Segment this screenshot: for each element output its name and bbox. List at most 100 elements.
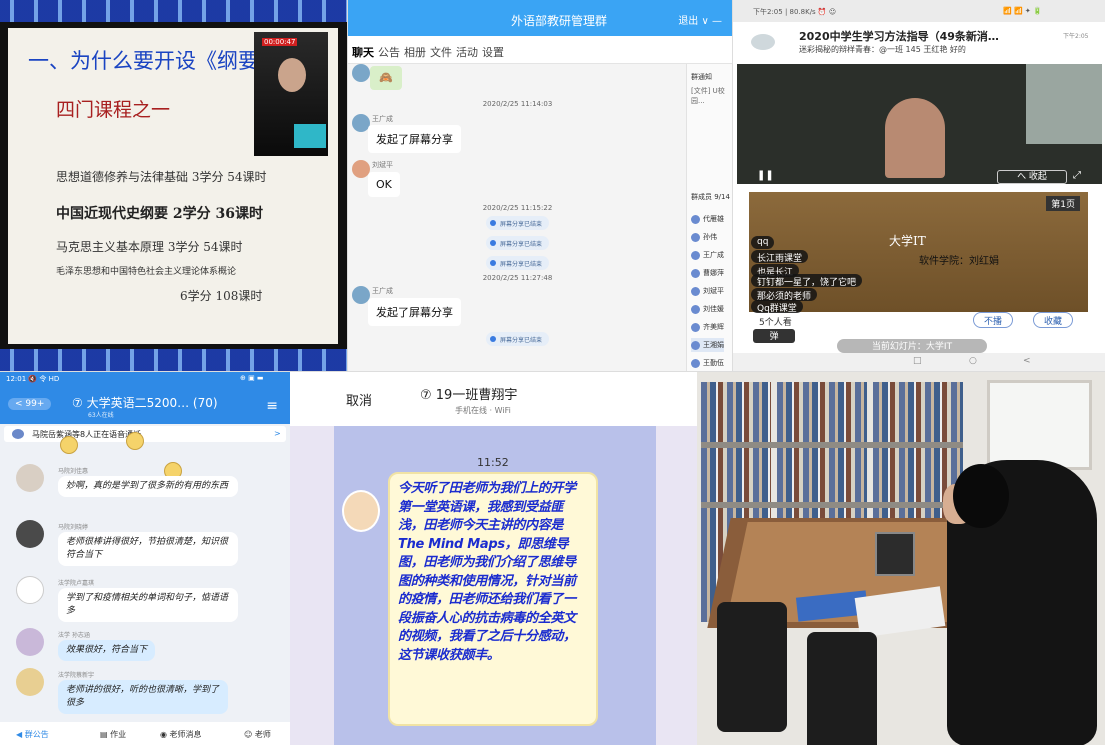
favorite-button[interactable]: 收藏 xyxy=(1033,312,1074,328)
system-notice: 屏幕分享已结束 xyxy=(486,256,550,270)
member-item[interactable]: 孙伟 xyxy=(691,230,717,244)
notification-banner[interactable]: 2020中学生学习方法指导（49条新消… 下午2:05 迷彩揭秘的辩样青春：@一… xyxy=(743,22,1101,64)
tab-files[interactable]: 文件 xyxy=(430,44,452,60)
window-controls[interactable]: 退出 ∨ — xyxy=(678,12,722,27)
chat-header: 取消 ⑦ 19一班曹翔宇 手机在线 · WiFi xyxy=(290,372,697,426)
cancel-button[interactable]: 取消 xyxy=(346,390,372,409)
sender-name: 法学院卢嘉琪 xyxy=(58,580,95,587)
avatar xyxy=(16,464,44,492)
notification-time: 下午2:05 xyxy=(1063,33,1089,40)
status-left: 12:01 🔇 令 HD xyxy=(6,375,60,383)
avatar xyxy=(16,628,44,656)
voice-call-banner[interactable]: 马院岳紫涵等8人正在语音通话 > xyxy=(4,426,286,442)
student-hair xyxy=(953,464,1009,528)
back-icon[interactable]: < xyxy=(1023,356,1031,366)
message-bubble: OK xyxy=(368,172,400,197)
member-item[interactable]: 齐美辉 xyxy=(691,320,724,334)
group-chat-window: 外语部教研管理群 退出 ∨ — 聊天 公告 相册 文件 活动 设置 🙈 2020… xyxy=(347,0,732,371)
notice-item[interactable]: [文件] U校园... xyxy=(691,86,732,106)
notification-title: 2020中学生学习方法指导（49条新消… xyxy=(799,30,999,43)
fullscreen-icon[interactable]: ⤢ xyxy=(1073,170,1081,181)
teacher-figure xyxy=(885,98,945,178)
system-nav-bar: □ ○ < xyxy=(733,353,1105,371)
caller-avatar xyxy=(12,429,24,439)
record-timer: 00:00:47 xyxy=(262,38,298,46)
library-photo xyxy=(697,371,1105,745)
sender-name: 王广成 xyxy=(372,287,393,295)
avatar xyxy=(342,490,380,532)
sender-name: 王广成 xyxy=(372,115,393,123)
message-bubble: 学到了和疫情相关的单词和句子，惦语语多 xyxy=(58,588,238,622)
recent-apps-icon[interactable]: □ xyxy=(913,356,922,366)
member-item[interactable]: 代雁雄 xyxy=(691,212,724,226)
message-bubble: 妙啊，真的是学到了很多新的有用的东西 xyxy=(58,476,238,497)
group-title: 外语部教研管理群 xyxy=(511,14,608,28)
unlike-button[interactable]: 不播 xyxy=(973,312,1014,328)
laptop xyxy=(875,532,915,576)
sticker-message: 🙈 xyxy=(370,66,402,90)
tab-activity[interactable]: 活动 xyxy=(456,44,478,60)
status-left: 下午2:05 | 80.8K/s ⏰ ☺ xyxy=(753,8,837,16)
avatar xyxy=(16,668,44,696)
live-class-phone: 下午2:05 | 80.8K/s ⏰ ☺ 📶 📶 ✦ 🔋 2020中学生学习方法… xyxy=(732,0,1105,371)
member-name: 曹娜萍 xyxy=(703,269,724,277)
avatar xyxy=(352,64,370,82)
member-item[interactable]: 王广成 xyxy=(691,248,724,262)
timestamp: 2020/2/25 11:15:22 xyxy=(482,204,553,212)
timestamp: 11:52 xyxy=(477,456,509,469)
message-area: 🙈 2020/2/25 11:14:03 王广成 发起了屏幕分享 刘斌平 OK … xyxy=(348,64,687,371)
danmu-comment: 长江雨课堂 xyxy=(751,250,809,264)
homework-button[interactable]: ▤ 作业 xyxy=(100,729,126,740)
chat-tabs: 聊天 公告 相册 文件 活动 设置 xyxy=(348,36,732,92)
group-side-panel: 群通知 [文件] U校园... 群成员 9/14 代雁雄 孙伟 王广成 曹娜萍 … xyxy=(686,64,732,371)
online-status: 手机在线 · WiFi xyxy=(455,406,511,415)
call-text: 马院岳紫涵等8人正在语音通话 xyxy=(32,430,142,439)
member-item[interactable]: 刘斌平 xyxy=(691,284,724,298)
notification-body: 迷彩揭秘的辩样青春：@一班 145 王红艳 好的 xyxy=(799,45,966,54)
danmu-button[interactable]: 弹 xyxy=(753,329,795,343)
sender-name: 马院刘佳惠 xyxy=(58,468,89,475)
teacher-video: ❚❚ xyxy=(737,64,1102,184)
system-notice: 屏幕分享已结束 xyxy=(486,216,550,230)
tab-notice[interactable]: 公告 xyxy=(378,44,400,60)
message-bubble: 效果很好，符合当下 xyxy=(58,640,156,661)
member-item[interactable]: 王湘娟 xyxy=(691,338,724,352)
member-name: 刘斌平 xyxy=(703,287,724,295)
collapse-button[interactable]: へ 收起 xyxy=(997,170,1067,184)
member-name: 代雁雄 xyxy=(703,215,724,223)
member-name: 刘佳媛 xyxy=(703,305,724,313)
back-button[interactable]: < 99+ xyxy=(8,398,52,410)
course-line: 毛泽东思想和中国特色社会主义理论体系概论 xyxy=(56,267,237,277)
status-right: 📶 📶 ✦ 🔋 xyxy=(1003,7,1042,15)
danmu-comment: Qq群课堂 xyxy=(751,300,803,314)
group-notice-button[interactable]: ◀ 群公告 xyxy=(16,729,49,740)
student-private-chat: 取消 ⑦ 19一班曹翔宇 手机在线 · WiFi 11:52 今天听了田老师为我… xyxy=(290,371,697,745)
member-item[interactable]: 王勤伍 xyxy=(691,356,724,370)
emoji-icon xyxy=(126,432,144,450)
contact-name: ⑦ 19一班曹翔宇 xyxy=(420,388,518,403)
sender-name: 马院刘晓婷 xyxy=(58,524,89,531)
lecture-slide-panel: 一、为什么要开设《纲要》课 四门课程之一 思想道德修养与法律基础 3学分 54课… xyxy=(0,0,347,371)
member-item[interactable]: 曹娜萍 xyxy=(691,266,724,280)
sender-name: 刘斌平 xyxy=(372,161,393,169)
tab-album[interactable]: 相册 xyxy=(404,44,426,60)
teacher-message-button[interactable]: ◉ 老师消息 xyxy=(160,729,202,740)
message-bubble: 发起了屏幕分享 xyxy=(368,125,461,153)
shelf-plank xyxy=(701,502,963,508)
chat-header: < 99+ ⑦ 大学英语二5200… (70) 63人在线 ≡ xyxy=(0,386,290,424)
page-indicator: 第1页 xyxy=(1046,196,1080,211)
member-item[interactable]: 刘佳媛 xyxy=(691,302,724,316)
teacher-button[interactable]: ☺ 老师 xyxy=(244,729,271,740)
slide-title: 大学IT xyxy=(889,234,926,248)
tab-chat[interactable]: 聊天 xyxy=(352,44,374,60)
status-right: ⊕ ▣ ▬ xyxy=(240,374,264,382)
home-icon[interactable]: ○ xyxy=(969,356,977,366)
timestamp: 2020/2/25 11:27:48 xyxy=(482,274,553,282)
timestamp: 2020/2/25 11:14:03 xyxy=(482,100,553,108)
member-heading: 群成员 9/14 xyxy=(691,193,730,201)
message-bubble: 今天听了田老师为我们上的开学第一堂英语课，我感到受益匪浅，田老师今天主讲的内容是… xyxy=(388,472,598,726)
window-titlebar: 外语部教研管理群 退出 ∨ — xyxy=(348,0,732,36)
menu-icon[interactable]: ≡ xyxy=(266,398,278,414)
pause-icon[interactable]: ❚❚ xyxy=(757,170,774,181)
tab-settings[interactable]: 设置 xyxy=(482,44,504,60)
